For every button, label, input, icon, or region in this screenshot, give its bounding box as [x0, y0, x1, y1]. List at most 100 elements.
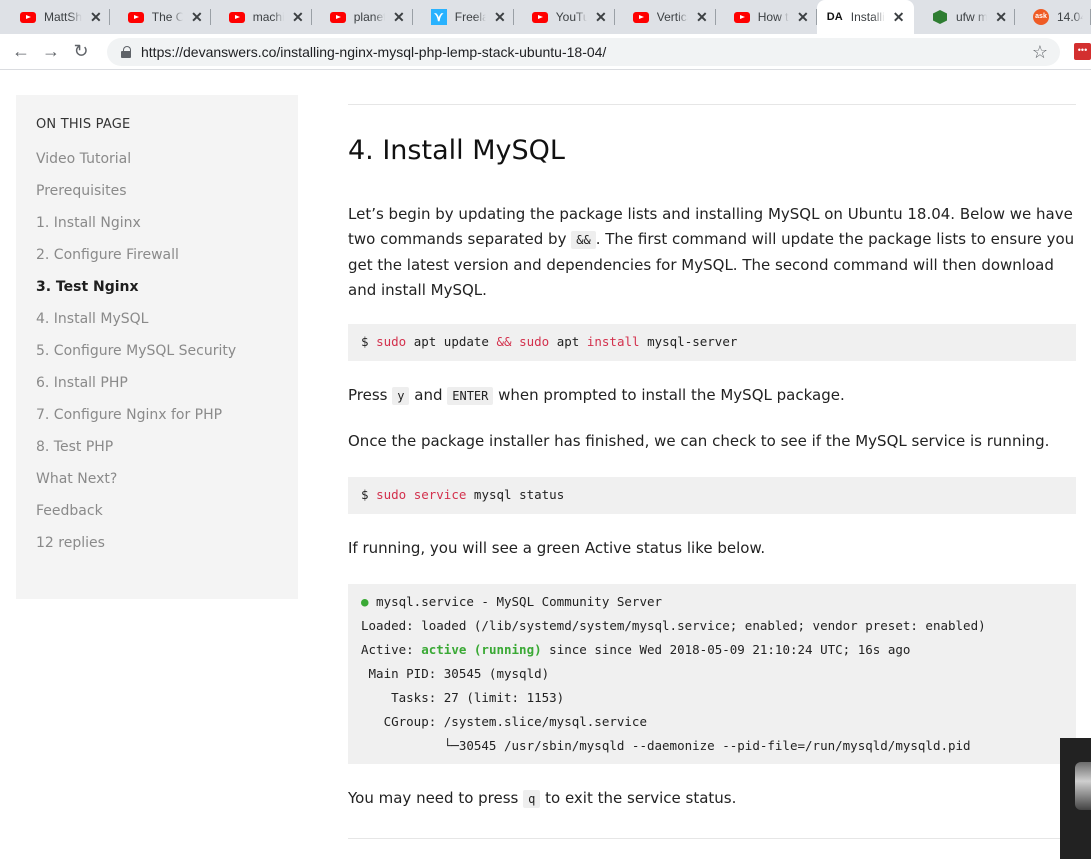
code-line: $ sudo service mysql status	[361, 487, 565, 502]
toc-item-configure-mysql-security[interactable]: 5. Configure MySQL Security	[36, 341, 278, 373]
address-bar[interactable]: https://devanswers.co/installing-nginx-m…	[107, 38, 1060, 66]
browser-tab[interactable]: ⋎ Freelan ✕	[413, 0, 514, 34]
floating-video-thumbnail[interactable]	[1060, 738, 1091, 859]
close-tab-icon[interactable]: ✕	[393, 9, 405, 26]
close-tab-icon[interactable]: ✕	[797, 9, 809, 26]
toc-item-test-nginx[interactable]: 3. Test Nginx	[36, 277, 278, 309]
browser-tab-active[interactable]: DA Installi ✕	[816, 0, 914, 34]
youtube-icon	[632, 9, 649, 25]
close-tab-icon[interactable]: ✕	[90, 9, 102, 26]
code-line: └─30545 /usr/sbin/mysqld --daemonize --p…	[361, 738, 971, 753]
browser-tab[interactable]: How to ✕	[716, 0, 817, 34]
toc-item-configure-firewall[interactable]: 2. Configure Firewall	[36, 245, 278, 277]
browser-tab[interactable]: Vertica ✕	[615, 0, 716, 34]
close-tab-icon[interactable]: ✕	[995, 9, 1007, 26]
text: and	[409, 386, 448, 404]
code-block-status-command[interactable]: $ sudo service mysql status	[348, 477, 1076, 514]
close-tab-icon[interactable]: ✕	[893, 9, 905, 26]
toc-item-test-php[interactable]: 8. Test PHP	[36, 437, 278, 469]
text: to exit the service status.	[540, 789, 737, 807]
browser-toolbar: ← → ↻ https://devanswers.co/installing-n…	[0, 34, 1091, 70]
browser-tab[interactable]: machin ✕	[211, 0, 312, 34]
tab-title: 14.04	[1057, 10, 1083, 24]
code-line: Active: active (running) since since Wed…	[361, 642, 911, 657]
close-tab-icon[interactable]: ✕	[191, 9, 203, 26]
close-tab-icon[interactable]: ✕	[292, 9, 304, 26]
reload-icon[interactable]: ↻	[66, 41, 96, 62]
toc-item-install-mysql[interactable]: 4. Install MySQL	[36, 309, 278, 341]
cube-icon	[932, 9, 948, 25]
browser-tab[interactable]: ask 14.04	[1015, 0, 1091, 34]
browser-tab[interactable]: YouTub ✕	[514, 0, 615, 34]
inline-code: q	[523, 790, 541, 808]
browser-tab[interactable]: planet ✕	[312, 0, 413, 34]
close-tab-icon[interactable]: ✕	[595, 9, 607, 26]
youtube-icon	[329, 9, 346, 25]
youtube-icon	[531, 9, 548, 25]
url-text: https://devanswers.co/installing-nginx-m…	[141, 44, 607, 60]
running-paragraph: If running, you will see a green Active …	[348, 539, 766, 557]
tab-title: Freelan	[454, 10, 487, 24]
inline-code: ENTER	[447, 387, 494, 405]
toc-item-feedback[interactable]: Feedback	[36, 501, 278, 533]
toc-item-configure-nginx-php[interactable]: 7. Configure Nginx for PHP	[36, 405, 278, 437]
page-content: ON THIS PAGE Video Tutorial Prerequisite…	[0, 71, 1091, 859]
browser-tab[interactable]: MattSh ✕	[0, 0, 110, 34]
person-thumbnail-image	[1075, 762, 1091, 810]
toc-item-install-php[interactable]: 6. Install PHP	[36, 373, 278, 405]
table-of-contents: ON THIS PAGE Video Tutorial Prerequisite…	[16, 95, 298, 599]
code-line: Tasks: 27 (limit: 1153)	[361, 690, 565, 705]
code-line: Main PID: 30545 (mysqld)	[361, 666, 550, 681]
tab-title: The OA	[151, 10, 184, 24]
code-line: CGroup: /system.slice/mysql.service	[361, 714, 647, 729]
code-line: $ sudo apt update && sudo apt install my…	[361, 334, 738, 349]
toc-item-install-nginx[interactable]: 1. Install Nginx	[36, 213, 278, 245]
intro-paragraph: Let’s begin by updating the package list…	[348, 202, 1076, 303]
code-line: Loaded: loaded (/lib/systemd/system/mysq…	[361, 618, 986, 633]
divider	[348, 838, 1076, 839]
close-tab-icon[interactable]: ✕	[696, 9, 708, 26]
section-heading: 4. Install MySQL	[348, 135, 565, 166]
youtube-icon	[20, 9, 36, 25]
toc-item-what-next[interactable]: What Next?	[36, 469, 278, 501]
bookmark-star-icon[interactable]: ☆	[1032, 42, 1048, 63]
prompt-paragraph: Press y and ENTER when prompted to insta…	[348, 383, 1076, 409]
askubuntu-icon: ask	[1033, 9, 1049, 25]
exit-paragraph: You may need to press q to exit the serv…	[348, 786, 1076, 812]
check-paragraph: Once the package installer has finished,…	[348, 432, 1050, 450]
back-arrow-icon[interactable]: ←	[6, 41, 36, 62]
text: when prompted to install the MySQL packa…	[493, 386, 845, 404]
browser-tab[interactable]: ufw mi ✕	[914, 0, 1015, 34]
code-block-install[interactable]: $ sudo apt update && sudo apt install my…	[348, 324, 1076, 361]
tab-title: YouTub	[555, 10, 588, 24]
youtube-icon	[733, 9, 750, 25]
inline-code: y	[392, 387, 410, 405]
tab-title: MattSh	[44, 10, 83, 24]
extension-icon[interactable]: •••	[1074, 43, 1091, 60]
divider	[348, 104, 1076, 105]
status-dot-icon: ●	[361, 594, 369, 609]
toc-heading: ON THIS PAGE	[36, 117, 131, 132]
youtube-icon	[127, 9, 144, 25]
tab-title: planet	[353, 10, 386, 24]
toc-item-prerequisites[interactable]: Prerequisites	[36, 181, 278, 213]
tab-title: machin	[252, 10, 284, 24]
code-block-status-output[interactable]: ● mysql.service - MySQL Community Server…	[348, 584, 1076, 764]
tab-title: ufw mi	[956, 10, 988, 24]
toc-item-video-tutorial[interactable]: Video Tutorial	[36, 149, 278, 181]
text: You may need to press	[348, 789, 524, 807]
forward-arrow-icon[interactable]: →	[36, 41, 66, 62]
browser-tab[interactable]: The OA ✕	[110, 0, 211, 34]
youtube-icon	[228, 9, 245, 25]
tab-title: Installi	[850, 10, 885, 24]
text: Press	[348, 386, 393, 404]
tab-title: Vertica	[656, 10, 688, 24]
code-line: ● mysql.service - MySQL Community Server	[361, 594, 663, 609]
close-tab-icon[interactable]: ✕	[494, 9, 506, 26]
inline-code: &&	[571, 231, 596, 249]
freelancer-icon: ⋎	[430, 9, 447, 25]
browser-tab-strip: MattSh ✕ The OA ✕ machin ✕ planet ✕ ⋎ Fr…	[0, 0, 1091, 34]
toc-item-replies[interactable]: 12 replies	[36, 533, 278, 565]
devanswers-icon: DA	[826, 11, 843, 23]
lock-icon	[121, 46, 131, 58]
